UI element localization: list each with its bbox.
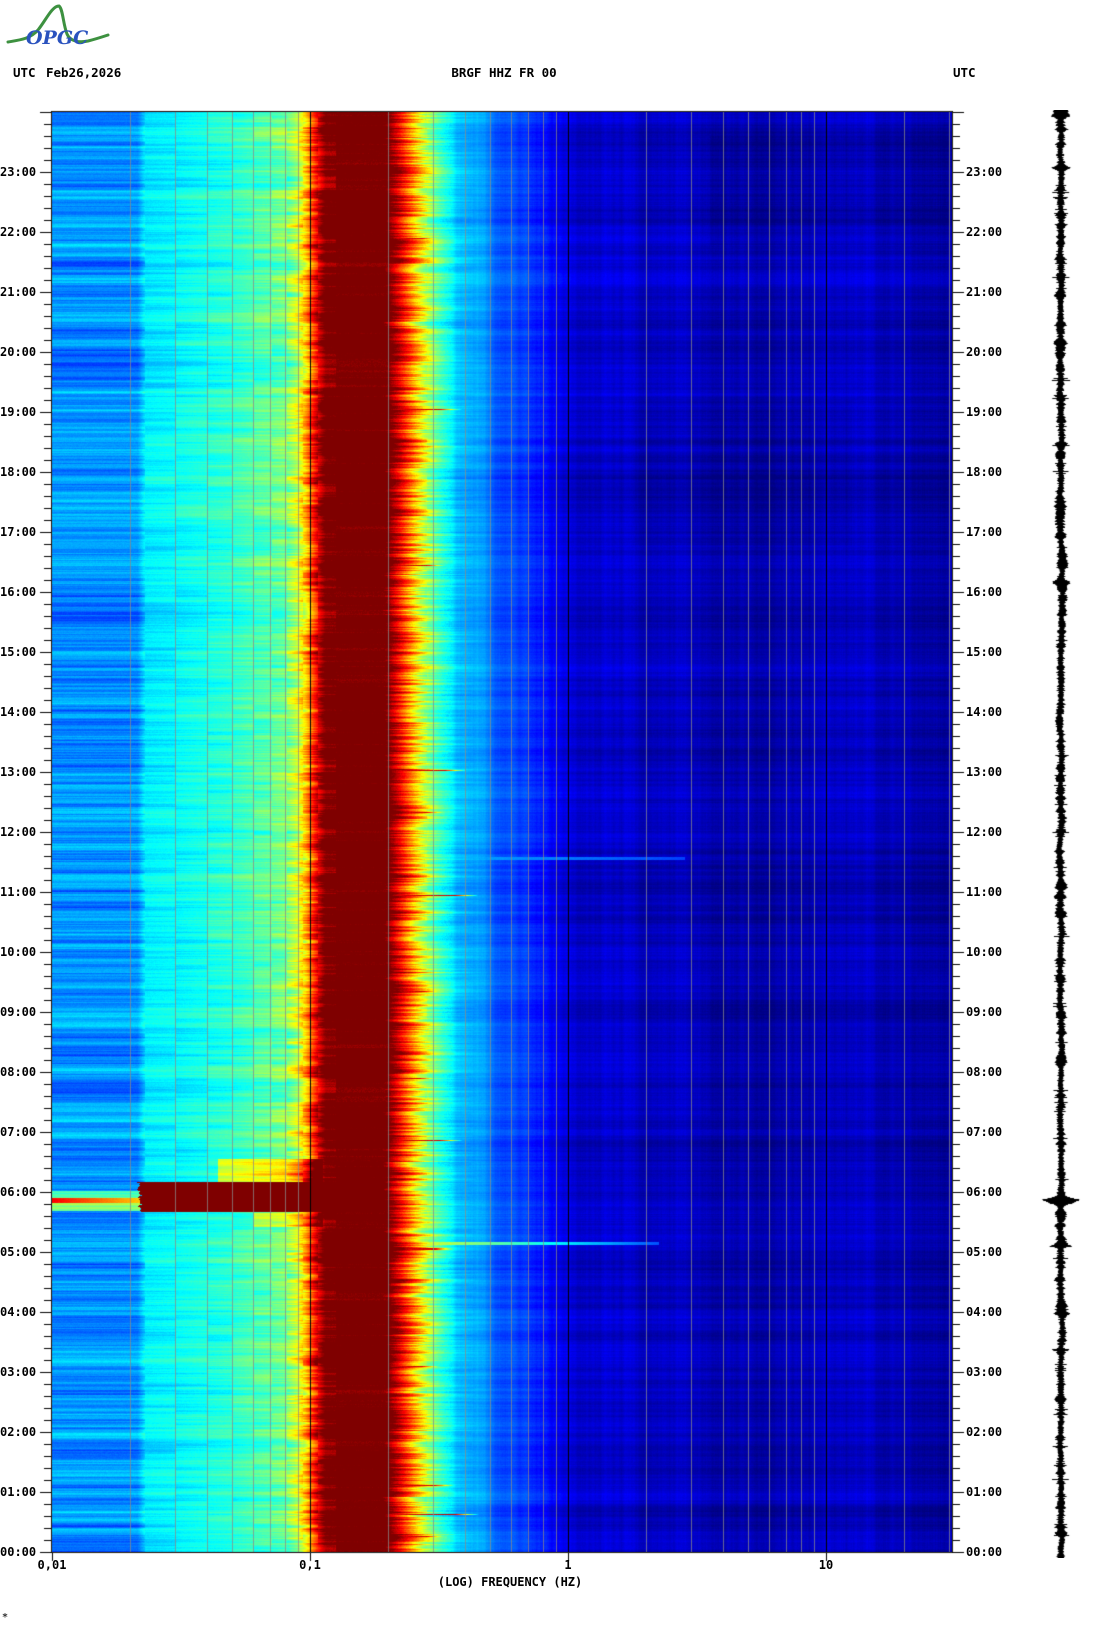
time-label-right: 04:00 xyxy=(966,1305,1003,1319)
time-label-right: 18:00 xyxy=(966,465,1003,479)
time-label-left: 00:00 xyxy=(0,1545,37,1559)
time-label-left: 12:00 xyxy=(0,825,37,839)
seismogram-trace-canvas xyxy=(1031,110,1091,1558)
time-label-right: 09:00 xyxy=(966,1005,1003,1019)
x-tick-label: 0,01 xyxy=(37,1558,67,1572)
time-label-left: 19:00 xyxy=(0,405,37,419)
time-label-left: 09:00 xyxy=(0,1005,37,1019)
time-label-right: 06:00 xyxy=(966,1185,1003,1199)
time-label-left: 18:00 xyxy=(0,465,37,479)
time-label-right: 13:00 xyxy=(966,765,1003,779)
axes-ticks-canvas xyxy=(0,0,1102,1634)
time-label-right: 10:00 xyxy=(966,945,1003,959)
time-label-right: 19:00 xyxy=(966,405,1003,419)
time-label-right: 05:00 xyxy=(966,1245,1003,1259)
time-label-left: 08:00 xyxy=(0,1065,37,1079)
time-label-right: 11:00 xyxy=(966,885,1003,899)
time-label-left: 10:00 xyxy=(0,945,37,959)
time-label-left: 03:00 xyxy=(0,1365,37,1379)
time-label-right: 17:00 xyxy=(966,525,1003,539)
time-label-left: 05:00 xyxy=(0,1245,37,1259)
time-label-right: 12:00 xyxy=(966,825,1003,839)
time-label-right: 14:00 xyxy=(966,705,1003,719)
x-tick-label: 1 xyxy=(564,1558,572,1572)
time-label-right: 03:00 xyxy=(966,1365,1003,1379)
time-label-left: 22:00 xyxy=(0,225,37,239)
time-label-left: 04:00 xyxy=(0,1305,37,1319)
spectrogram-page: OPGC UTC Feb26,2026 BRGF HHZ FR 00 UTC 0… xyxy=(0,0,1102,1634)
x-tick-label: 10 xyxy=(818,1558,834,1572)
time-label-right: 22:00 xyxy=(966,225,1003,239)
time-label-right: 07:00 xyxy=(966,1125,1003,1139)
time-label-left: 11:00 xyxy=(0,885,37,899)
time-label-left: 16:00 xyxy=(0,585,37,599)
time-label-left: 07:00 xyxy=(0,1125,37,1139)
time-label-left: 17:00 xyxy=(0,525,37,539)
time-label-right: 21:00 xyxy=(966,285,1003,299)
time-label-right: 16:00 xyxy=(966,585,1003,599)
corner-mark: * xyxy=(2,1612,9,1623)
x-tick-label: 0,1 xyxy=(299,1558,321,1572)
time-label-left: 20:00 xyxy=(0,345,37,359)
time-label-left: 13:00 xyxy=(0,765,37,779)
time-label-right: 08:00 xyxy=(966,1065,1003,1079)
time-label-left: 06:00 xyxy=(0,1185,37,1199)
time-label-left: 01:00 xyxy=(0,1485,37,1499)
time-label-left: 15:00 xyxy=(0,645,37,659)
time-label-right: 01:00 xyxy=(966,1485,1003,1499)
x-axis-title: (LOG) FREQUENCY (HZ) xyxy=(437,1575,583,1589)
time-label-left: 02:00 xyxy=(0,1425,37,1439)
time-label-right: 15:00 xyxy=(966,645,1003,659)
time-label-right: 02:00 xyxy=(966,1425,1003,1439)
time-label-left: 23:00 xyxy=(0,165,37,179)
time-label-left: 14:00 xyxy=(0,705,37,719)
time-label-right: 20:00 xyxy=(966,345,1003,359)
time-label-right: 00:00 xyxy=(966,1545,1003,1559)
time-label-left: 21:00 xyxy=(0,285,37,299)
time-label-right: 23:00 xyxy=(966,165,1003,179)
